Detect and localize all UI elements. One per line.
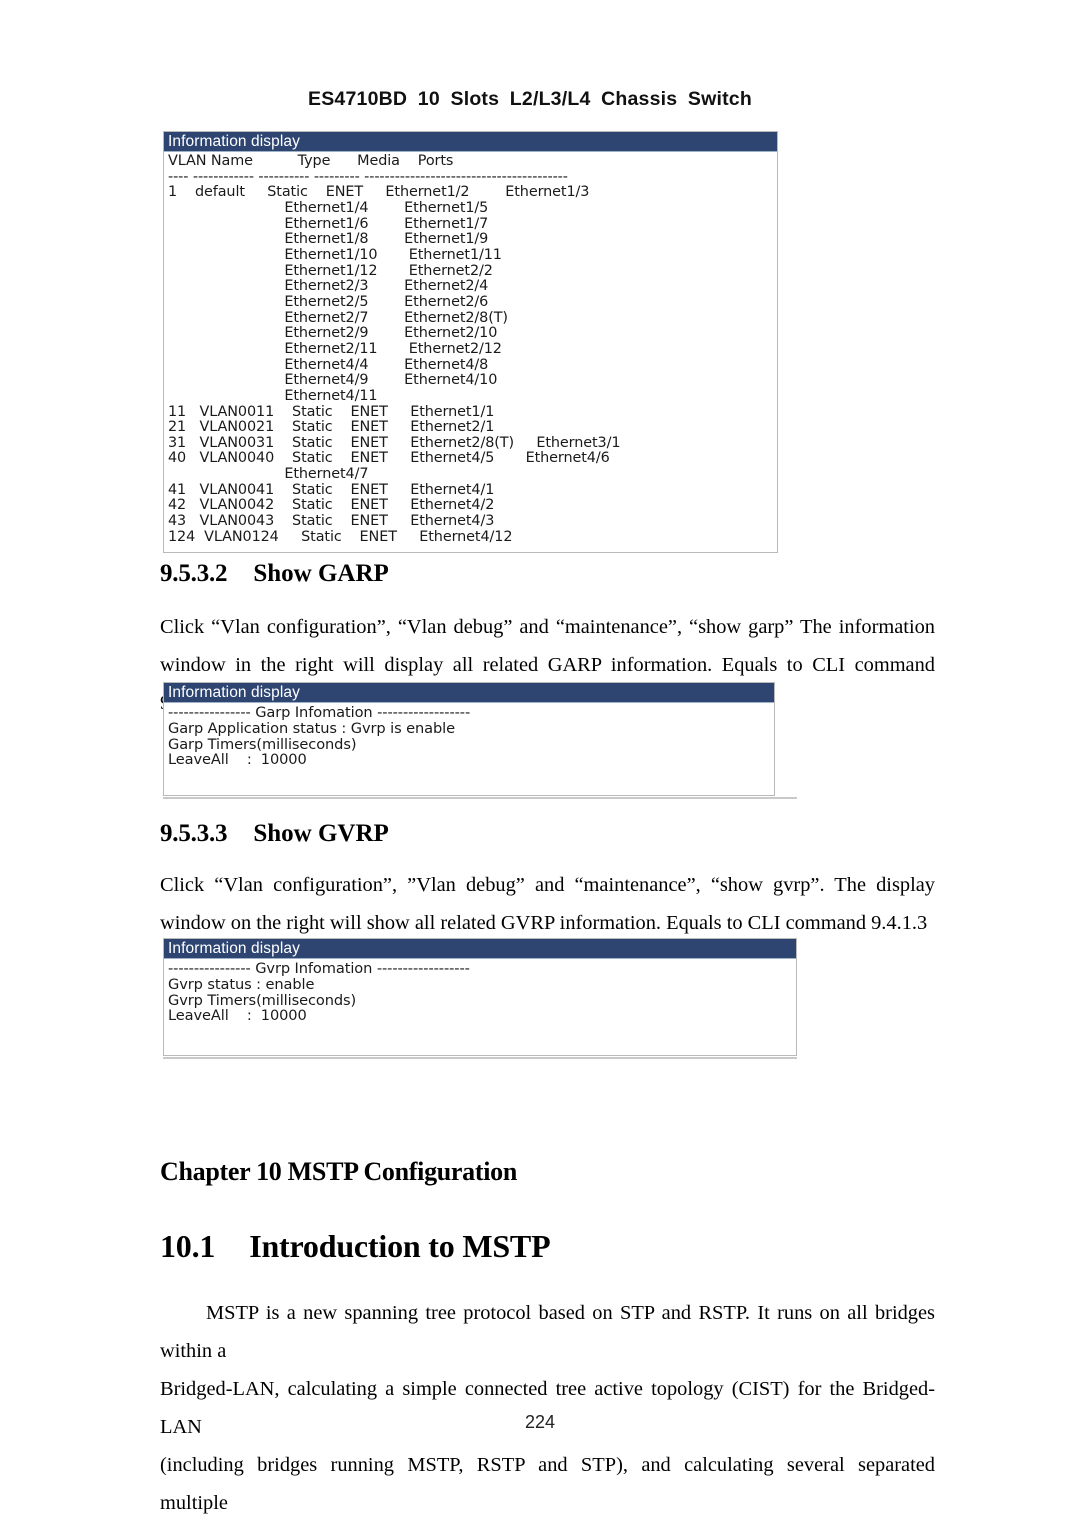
- vlan-information-display-panel: Information display VLAN Name Type Media…: [163, 131, 778, 553]
- paragraph-line: MSTP is a new spanning tree protocol bas…: [160, 1302, 935, 1362]
- panel-titlebar: Information display: [164, 683, 774, 703]
- heading-title: Show GVRP: [253, 820, 389, 847]
- paragraph-show-gvrp: Click “Vlan configuration”, ”Vlan debug”…: [160, 874, 935, 934]
- gvrp-information-display-panel: Information display ---------------- Gvr…: [163, 938, 797, 1056]
- panel-titlebar: Information display: [164, 132, 777, 152]
- paragraph-mstp-intro: MSTP is a new spanning tree protocol bas…: [160, 1294, 935, 1522]
- paragraph-line: (including bridges running MSTP, RSTP an…: [160, 1454, 935, 1514]
- garp-console-output: ---------------- Garp Infomation -------…: [168, 704, 471, 769]
- panel-titlebar: Information display: [164, 939, 796, 959]
- vlan-console-output: VLAN Name Type Media Ports ---- --------…: [168, 153, 621, 545]
- heading-show-garp: 9.5.3.2 Show GARP: [160, 560, 389, 588]
- heading-chapter-10: Chapter 10 MSTP Configuration: [160, 1157, 518, 1186]
- heading-show-gvrp: 9.5.3.3 Show GVRP: [160, 820, 389, 848]
- garp-information-display-panel: Information display ---------------- Gar…: [163, 682, 775, 796]
- heading-title: Show GARP: [253, 560, 389, 587]
- heading-introduction-to-mstp: 10.1 Introduction to MSTP: [160, 1228, 551, 1265]
- gvrp-console-output: ---------------- Gvrp Infomation -------…: [168, 960, 470, 1025]
- panel-frame-edge: [163, 797, 797, 799]
- heading-number: 10.1: [160, 1228, 216, 1264]
- paragraph-line: Bridged-LAN, calculating a simple connec…: [160, 1378, 935, 1438]
- heading-number: 9.5.3.2: [160, 560, 228, 587]
- heading-number: 9.5.3.3: [160, 820, 228, 847]
- running-head: ES4710BD 10 Slots L2/L3/L4 Chassis Switc…: [308, 88, 752, 110]
- page-number: 224: [524, 1412, 556, 1432]
- heading-title: Introduction to MSTP: [249, 1228, 551, 1264]
- panel-frame-edge: [163, 1057, 797, 1059]
